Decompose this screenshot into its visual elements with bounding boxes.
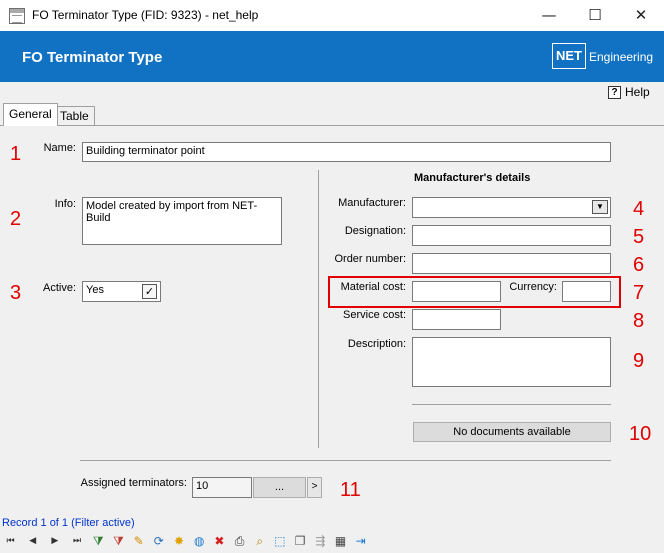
record-toolbar: ⏮ ◀ ▶ ⏭ ⧩ ⧩ ✎ ⟳ ✸ ◍ ✖ ⎙ ⌕ ⬚ ❐ ⇶ ▦ ⇥: [0, 529, 664, 553]
last-record-icon[interactable]: ⏭: [67, 531, 88, 551]
name-field[interactable]: Building terminator point: [82, 142, 611, 162]
web-icon[interactable]: ◍: [190, 531, 209, 551]
documents-separator: [412, 404, 611, 405]
callout-9: 9: [633, 350, 645, 372]
callout-4: 4: [633, 198, 645, 220]
callout-11: 11: [340, 479, 361, 501]
callout-6: 6: [633, 254, 645, 276]
description-label: Description:: [347, 338, 406, 350]
minimize-button[interactable]: —: [526, 0, 572, 31]
callout-1: 1: [10, 143, 22, 165]
callout-10: 10: [629, 423, 652, 445]
link-icon[interactable]: ⇶: [311, 531, 330, 551]
close-button[interactable]: ✕: [618, 0, 664, 31]
brand-text: Engineering: [589, 50, 654, 64]
zoom-icon[interactable]: ⌕: [250, 531, 269, 551]
help-icon: ?: [608, 85, 621, 99]
active-value: Yes: [86, 284, 104, 296]
tab-general[interactable]: General: [3, 103, 58, 126]
assigned-terminators-field: 10: [192, 477, 252, 498]
app-icon: [9, 8, 25, 24]
previous-record-icon[interactable]: ◀: [22, 531, 43, 551]
active-label: Active:: [42, 282, 76, 294]
active-checkbox[interactable]: ✓: [142, 284, 157, 299]
info-label: Info:: [54, 198, 76, 210]
designation-label: Designation:: [344, 225, 406, 237]
window-title: FO Terminator Type (FID: 9323) - net_hel…: [32, 8, 259, 22]
exit-icon[interactable]: ⇥: [351, 531, 370, 551]
callout-2: 2: [10, 208, 22, 230]
maximize-button[interactable]: ☐: [572, 0, 618, 31]
tab-table[interactable]: Table: [54, 106, 95, 125]
service-cost-label: Service cost:: [343, 309, 406, 321]
material-cost-field[interactable]: [412, 281, 501, 302]
refresh-icon[interactable]: ⟳: [149, 531, 168, 551]
callout-5: 5: [633, 226, 645, 248]
chevron-down-icon[interactable]: ▼: [592, 200, 608, 214]
first-record-icon[interactable]: ⏮: [0, 531, 21, 551]
callout-3: 3: [10, 282, 22, 304]
tab-divider: [0, 125, 664, 126]
service-cost-field[interactable]: [412, 309, 501, 330]
open-terminators-button[interactable]: >: [307, 477, 322, 498]
vertical-separator: [318, 170, 319, 448]
help-button[interactable]: ? Help: [608, 84, 650, 100]
currency-field[interactable]: [562, 281, 611, 302]
edit-icon[interactable]: ✎: [129, 531, 148, 551]
next-record-icon[interactable]: ▶: [44, 531, 65, 551]
currency-label: Currency:: [509, 281, 557, 293]
documents-button[interactable]: No documents available: [413, 422, 611, 442]
new-record-icon[interactable]: ✸: [170, 531, 189, 551]
active-select[interactable]: Yes ✓: [82, 281, 161, 302]
manufacturer-dropdown[interactable]: ▼: [412, 197, 611, 218]
bottom-separator: [80, 460, 611, 461]
print-icon[interactable]: ⎙: [230, 531, 249, 551]
name-label: Name:: [43, 142, 76, 154]
add-filter-icon[interactable]: ⧩: [89, 531, 108, 551]
manufacturer-section-title: Manufacturer's details: [414, 172, 531, 184]
select-icon[interactable]: ⬚: [270, 531, 289, 551]
description-field[interactable]: [412, 337, 611, 387]
callout-7: 7: [633, 282, 645, 304]
net-logo: NET: [552, 43, 586, 69]
browse-terminators-button[interactable]: ...: [253, 477, 306, 498]
manufacturer-label: Manufacturer:: [338, 197, 406, 209]
table-edit-icon[interactable]: ▦: [331, 531, 350, 551]
order-number-field[interactable]: [412, 253, 611, 274]
info-field[interactable]: Model created by import from NET-Build: [82, 197, 282, 245]
copy-icon[interactable]: ❐: [291, 531, 310, 551]
delete-icon[interactable]: ✖: [210, 531, 229, 551]
material-cost-label: Material cost:: [340, 281, 406, 293]
record-status: Record 1 of 1 (Filter active): [2, 517, 135, 529]
page-title: FO Terminator Type: [22, 49, 163, 66]
help-label: Help: [625, 85, 650, 99]
designation-field[interactable]: [412, 225, 611, 246]
order-number-label: Order number:: [334, 253, 406, 265]
clear-filter-icon[interactable]: ⧩: [109, 531, 128, 551]
assigned-terminators-label: Assigned terminators:: [80, 477, 187, 489]
callout-8: 8: [633, 310, 645, 332]
